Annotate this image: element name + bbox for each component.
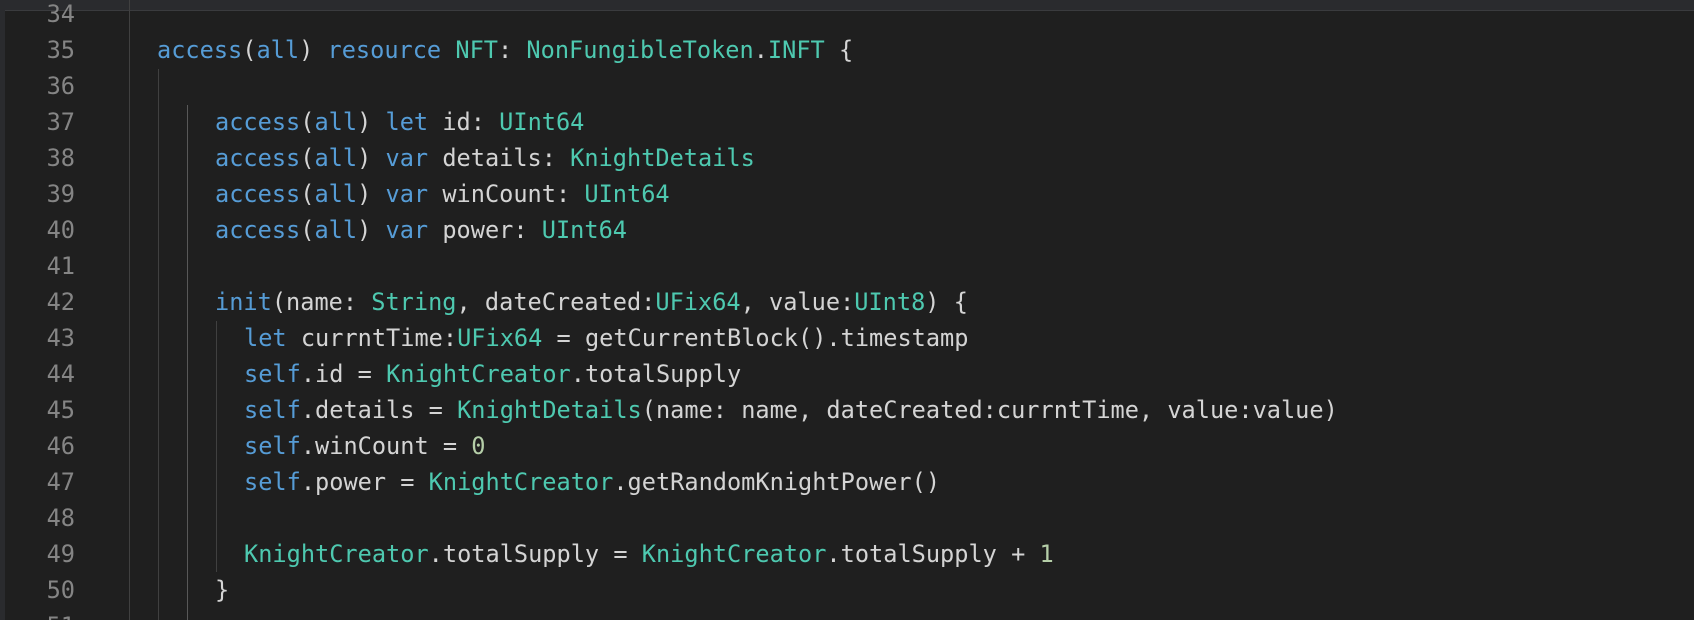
code-token: .totalSupply + xyxy=(826,540,1040,568)
code-token: ) { xyxy=(925,288,968,316)
code-token: 0 xyxy=(471,432,486,460)
code-token: all xyxy=(314,144,358,172)
code-token: KnightCreator xyxy=(386,360,571,388)
code-token: , dateCreated: xyxy=(456,288,656,316)
code-token: UInt64 xyxy=(584,180,670,208)
code-token: access xyxy=(215,108,301,136)
code-token: KnightDetails xyxy=(457,396,642,424)
code-token: self xyxy=(244,432,301,460)
code-token: ) xyxy=(357,108,386,136)
code-line[interactable]: access(all) var winCount: UInt64 xyxy=(215,176,670,212)
code-token: } xyxy=(215,576,230,604)
code-token: init xyxy=(215,288,272,316)
code-token: all xyxy=(314,216,358,244)
code-token: = getCurrentBlock().timestamp xyxy=(542,324,969,352)
code-token: access xyxy=(157,36,243,64)
code-line[interactable]: self.winCount = 0 xyxy=(244,428,486,464)
code-token: self xyxy=(244,396,301,424)
code-line[interactable]: access(all) let id: UInt64 xyxy=(215,104,584,140)
code-token: all xyxy=(314,180,358,208)
code-token: var xyxy=(385,144,429,172)
code-token: ( xyxy=(300,144,315,172)
code-token: .id = xyxy=(300,360,387,388)
code-token: ( xyxy=(300,180,315,208)
code-token: id: xyxy=(428,108,500,136)
code-line[interactable]: KnightCreator.totalSupply = KnightCreato… xyxy=(244,536,1054,572)
code-token: all xyxy=(256,36,300,64)
code-token: self xyxy=(244,360,301,388)
code-token: KnightCreator xyxy=(244,540,429,568)
code-token: UInt64 xyxy=(499,108,585,136)
code-token: UInt64 xyxy=(541,216,627,244)
code-token: KnightCreator xyxy=(428,468,614,496)
code-token: (name: xyxy=(271,288,372,316)
code-token: ) xyxy=(299,36,328,64)
code-token: : xyxy=(497,36,527,64)
code-token: details: xyxy=(428,144,571,172)
code-token: resource xyxy=(327,36,442,64)
code-token: KnightDetails xyxy=(570,144,755,172)
code-editor[interactable]: 343536373839404142434445464748495051 acc… xyxy=(0,0,1694,620)
code-line[interactable]: access(all) resource NFT: NonFungibleTok… xyxy=(157,32,853,68)
code-token: INFT xyxy=(767,36,825,64)
code-token: UFix64 xyxy=(655,288,741,316)
code-token: var xyxy=(385,216,429,244)
code-token: ( xyxy=(242,36,257,64)
code-line[interactable]: access(all) var power: UInt64 xyxy=(215,212,627,248)
code-token: .totalSupply = xyxy=(428,540,642,568)
code-token: 1 xyxy=(1039,540,1054,568)
code-line[interactable]: self.power = KnightCreator.getRandomKnig… xyxy=(244,464,940,500)
code-token: access xyxy=(215,180,301,208)
code-token: .details = xyxy=(300,396,458,424)
code-token: (name: name, dateCreated:currntTime, val… xyxy=(641,396,1338,424)
code-line[interactable]: let currntTime:UFix64 = getCurrentBlock(… xyxy=(244,320,968,356)
code-token: var xyxy=(385,180,429,208)
code-token: access xyxy=(215,216,301,244)
code-token: { xyxy=(824,36,854,64)
code-token: let xyxy=(244,324,287,352)
code-token: UFix64 xyxy=(457,324,543,352)
code-line[interactable]: } xyxy=(215,572,229,608)
code-token: let xyxy=(385,108,429,136)
code-token: currntTime: xyxy=(286,324,458,352)
code-token: . xyxy=(753,36,768,64)
code-line[interactable]: self.id = KnightCreator.totalSupply xyxy=(244,356,741,392)
code-token: UInt8 xyxy=(854,288,926,316)
code-token: NonFungibleToken xyxy=(526,36,754,64)
code-token: access xyxy=(215,144,301,172)
code-token: all xyxy=(314,108,358,136)
code-token: .power = xyxy=(300,468,429,496)
code-token: , value: xyxy=(740,288,855,316)
code-token: ( xyxy=(300,216,315,244)
code-token: String xyxy=(371,288,457,316)
code-token: ) xyxy=(357,144,386,172)
code-line[interactable]: self.details = KnightDetails(name: name,… xyxy=(244,392,1338,428)
code-token: power: xyxy=(428,216,542,244)
code-token: .getRandomKnightPower() xyxy=(613,468,941,496)
code-line[interactable]: access(all) var details: KnightDetails xyxy=(215,140,755,176)
code-token: self xyxy=(244,468,301,496)
code-token: KnightCreator xyxy=(641,540,827,568)
code-token: ) xyxy=(357,216,386,244)
code-area[interactable]: access(all) resource NFT: NonFungibleTok… xyxy=(0,0,1694,620)
code-line[interactable]: init(name: String, dateCreated:UFix64, v… xyxy=(215,284,968,320)
code-token: ( xyxy=(300,108,315,136)
code-token: .totalSupply xyxy=(570,360,742,388)
code-token: winCount: xyxy=(428,180,585,208)
code-token: ) xyxy=(357,180,386,208)
code-token: .winCount = xyxy=(300,432,472,460)
code-token: NFT xyxy=(455,36,498,64)
